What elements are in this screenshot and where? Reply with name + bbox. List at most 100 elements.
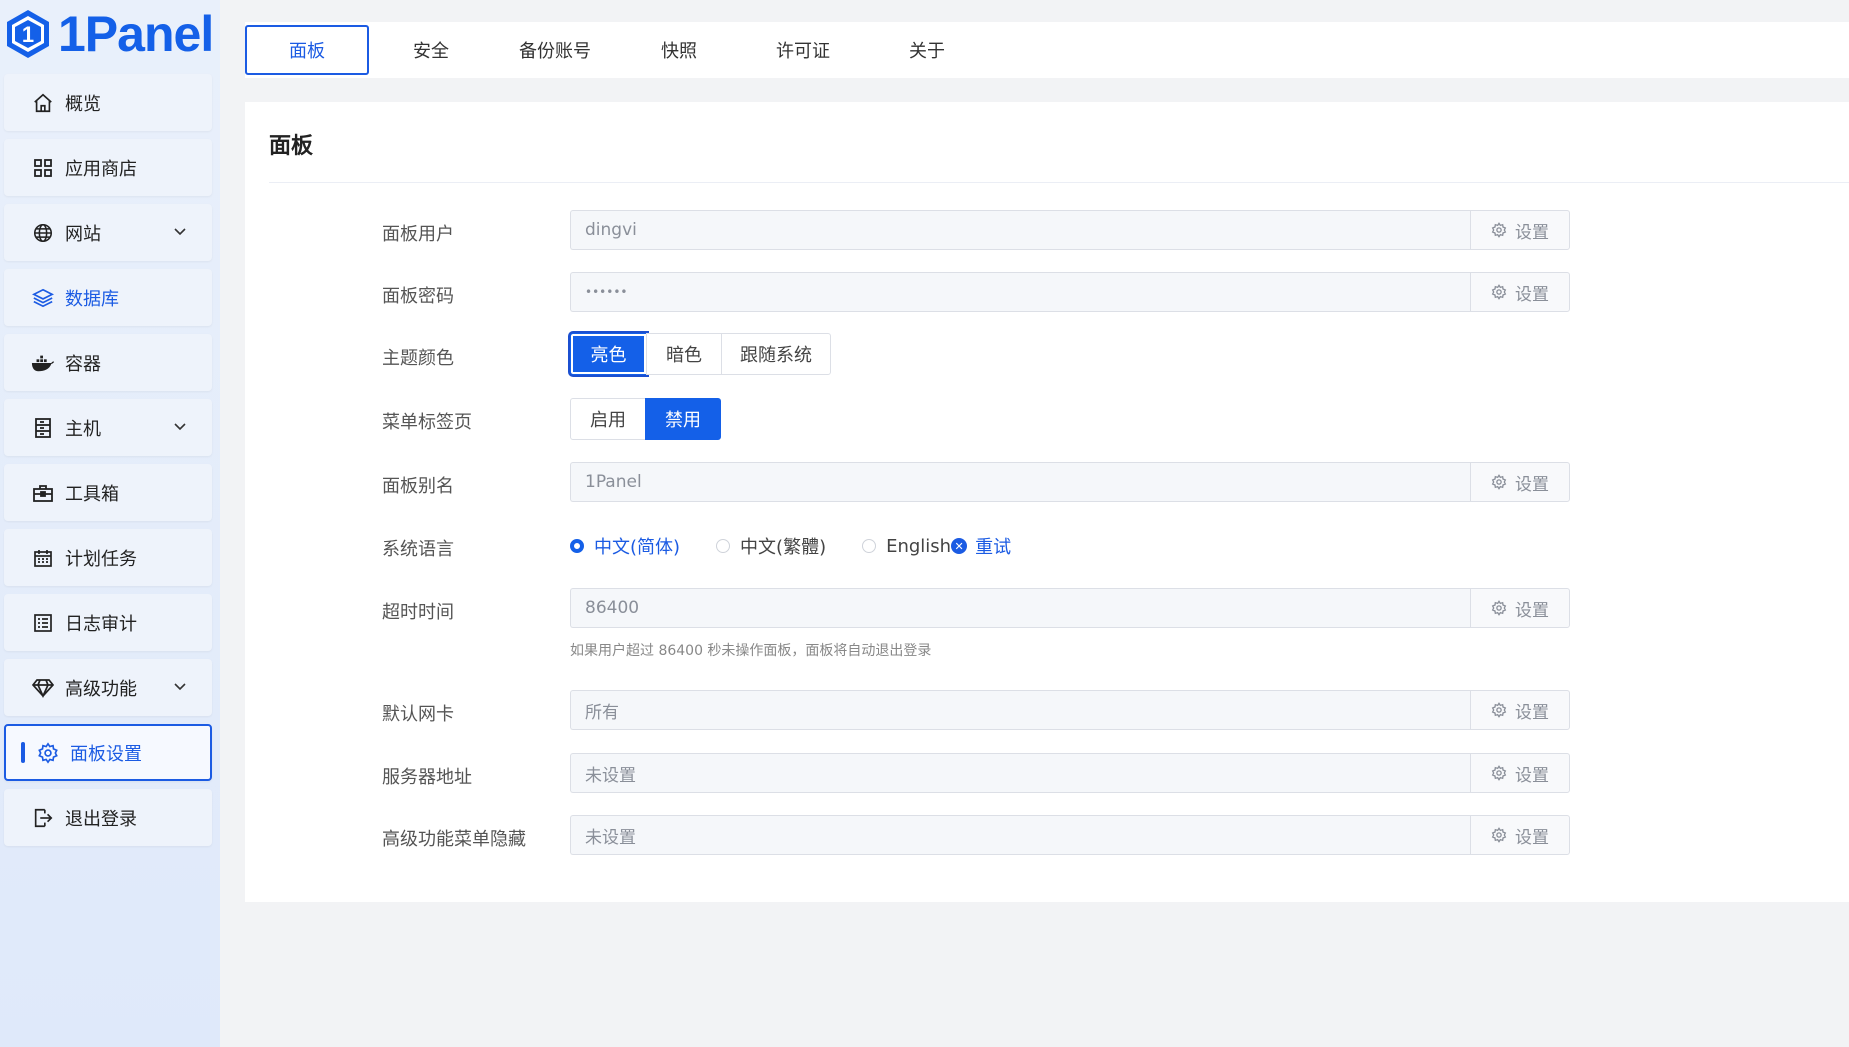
menu-tabs-disable-option[interactable]: 禁用 [645, 398, 721, 440]
sidebar-item-app-store[interactable]: 应用商店 [4, 139, 212, 196]
tab-about[interactable]: 关于 [865, 25, 989, 75]
sidebar-item-label: 面板设置 [70, 743, 142, 765]
tab-security[interactable]: 安全 [369, 25, 493, 75]
timeout-input[interactable]: 86400 [570, 588, 1470, 628]
language-en-radio[interactable]: English [862, 536, 951, 557]
sidebar-item-label: 计划任务 [65, 548, 137, 570]
sidebar-item-label: 退出登录 [65, 808, 137, 830]
theme-dark-option[interactable]: 暗色 [646, 333, 722, 375]
advanced-menu-hide-group: 未设置 设置 [570, 815, 1570, 855]
radio-label: English [886, 535, 952, 557]
field-label: 面板别名 [382, 476, 454, 497]
panel-alias-input[interactable]: 1Panel [570, 462, 1470, 502]
sidebar-item-label: 网站 [65, 223, 101, 245]
sidebar-item-label: 主机 [65, 418, 101, 440]
chevron-down-icon [174, 423, 186, 431]
logo: 1 1Panel [4, 4, 214, 64]
sidebar-item-label: 日志审计 [65, 613, 137, 635]
theme-system-option[interactable]: 跟随系统 [721, 333, 831, 375]
1panel-logo-icon: 1 [7, 10, 49, 58]
default-nic-group: 所有 设置 [570, 690, 1570, 730]
sidebar-item-label: 应用商店 [65, 158, 137, 180]
globe-icon [31, 221, 55, 245]
tab-backup-account[interactable]: 备份账号 [493, 25, 617, 75]
set-label: 设置 [1515, 474, 1549, 495]
panel-password-input[interactable]: •••••• [570, 272, 1470, 312]
sidebar-item-label: 概览 [65, 93, 101, 115]
panel-settings-card: 面板 面板用户 dingvi 设置 面板密码 •••••• 设置 主题颜色 亮色… [245, 102, 1849, 902]
advanced-menu-hide-input[interactable]: 未设置 [570, 815, 1470, 855]
panel-alias-group: 1Panel 设置 [570, 462, 1570, 502]
sidebar: 1 1Panel 概览 应用商店 网站 数据库 容器 主机 工具箱 计划任务 日… [0, 0, 220, 1047]
card-title: 面板 [269, 134, 314, 159]
panel-alias-set-button[interactable]: 设置 [1470, 462, 1570, 502]
tab-snapshot[interactable]: 快照 [617, 25, 741, 75]
field-label: 默认网卡 [382, 704, 454, 725]
sidebar-item-database[interactable]: 数据库 [4, 269, 212, 326]
set-label: 设置 [1515, 600, 1549, 621]
sidebar-item-container[interactable]: 容器 [4, 334, 212, 391]
panel-user-set-button[interactable]: 设置 [1470, 210, 1570, 250]
menu-tabs-enable-option[interactable]: 启用 [570, 398, 646, 440]
sidebar-item-label: 数据库 [65, 288, 119, 310]
server-address-set-button[interactable]: 设置 [1470, 753, 1570, 793]
field-label: 面板密码 [382, 286, 454, 307]
sidebar-item-advanced[interactable]: 高级功能 [4, 659, 212, 716]
language-zh-cn-radio[interactable]: 中文(简体) [570, 533, 680, 559]
radio-label: 中文(繁體) [740, 537, 827, 558]
gear-icon [1491, 765, 1507, 781]
gear-icon [1491, 600, 1507, 616]
set-label: 设置 [1515, 284, 1549, 305]
default-nic-input[interactable]: 所有 [570, 690, 1470, 730]
home-icon [31, 91, 55, 115]
field-label: 系统语言 [382, 539, 454, 560]
language-zh-tw-radio[interactable]: 中文(繁體) [716, 533, 826, 559]
timeout-set-button[interactable]: 设置 [1470, 588, 1570, 628]
tab-panel[interactable]: 面板 [245, 25, 369, 75]
server-icon [31, 416, 55, 440]
panel-password-set-button[interactable]: 设置 [1470, 272, 1570, 312]
log-icon [31, 611, 55, 635]
field-label: 面板用户 [382, 224, 454, 245]
language-retry-link[interactable]: ✕ 重试 [951, 533, 1011, 559]
docker-icon [31, 351, 55, 375]
theme-light-option[interactable]: 亮色 [570, 333, 647, 375]
sidebar-item-website[interactable]: 网站 [4, 204, 212, 261]
default-nic-set-button[interactable]: 设置 [1470, 690, 1570, 730]
sidebar-menu: 概览 应用商店 网站 数据库 容器 主机 工具箱 计划任务 日志审计 高级功能 … [4, 74, 212, 854]
divider [269, 182, 1849, 183]
timeout-hint: 如果用户超过 86400 秒未操作面板，面板将自动退出登录 [570, 643, 932, 659]
tab-license[interactable]: 许可证 [741, 25, 865, 75]
calendar-icon [31, 546, 55, 570]
gear-icon [1491, 222, 1507, 238]
sidebar-item-cron[interactable]: 计划任务 [4, 529, 212, 586]
sidebar-item-logs[interactable]: 日志审计 [4, 594, 212, 651]
radio-dot [862, 539, 877, 553]
language-selector: 中文(简体) 中文(繁體) English ✕ 重试 [570, 533, 1011, 559]
radio-label: 中文(简体) [594, 537, 681, 558]
sidebar-item-label: 工具箱 [65, 483, 119, 505]
field-label: 超时时间 [382, 602, 454, 623]
field-label: 主题颜色 [382, 348, 454, 369]
sidebar-item-overview[interactable]: 概览 [4, 74, 212, 131]
set-label: 设置 [1515, 702, 1549, 723]
sidebar-item-label: 容器 [65, 353, 101, 375]
panel-password-group: •••••• 设置 [570, 272, 1570, 312]
diamond-icon [31, 676, 55, 700]
chevron-down-icon [174, 228, 186, 236]
sidebar-item-logout[interactable]: 退出登录 [4, 789, 212, 846]
server-address-input[interactable]: 未设置 [570, 753, 1470, 793]
set-label: 设置 [1515, 827, 1549, 848]
panel-user-input[interactable]: dingvi [570, 210, 1470, 250]
gear-icon [36, 741, 60, 765]
sidebar-item-toolbox[interactable]: 工具箱 [4, 464, 212, 521]
gear-icon [1491, 827, 1507, 843]
set-label: 设置 [1515, 765, 1549, 786]
sidebar-item-host[interactable]: 主机 [4, 399, 212, 456]
set-label: 设置 [1515, 222, 1549, 243]
grid-icon [31, 156, 55, 180]
close-circle-icon: ✕ [951, 538, 968, 554]
advanced-menu-hide-set-button[interactable]: 设置 [1470, 815, 1570, 855]
sidebar-item-settings[interactable]: 面板设置 [4, 724, 212, 781]
menu-tabs-selector: 启用 禁用 [570, 398, 721, 440]
